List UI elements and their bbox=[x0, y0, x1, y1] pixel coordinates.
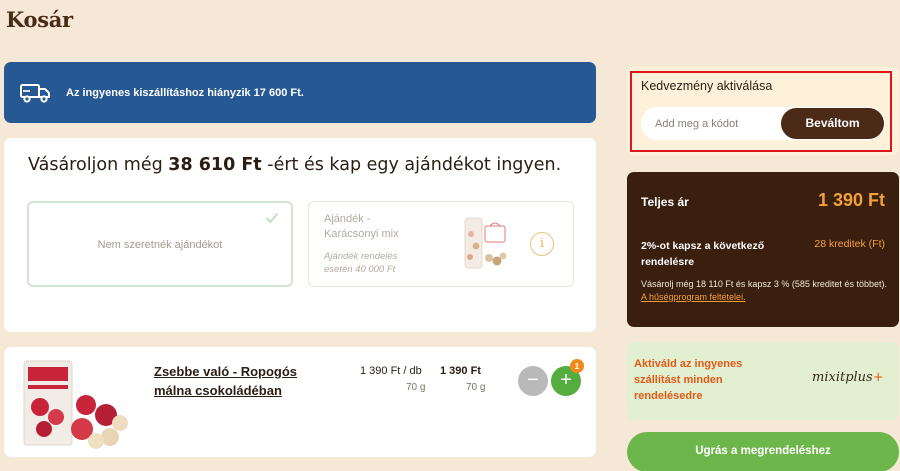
free-shipping-banner: Az ingyenes kiszállításhoz hiányzik 17 6… bbox=[4, 62, 596, 123]
mixit-logo-suffix: plus bbox=[845, 370, 873, 385]
decrease-quantity-button[interactable]: − bbox=[518, 366, 548, 396]
gift-option-name: Ajándék - Karácsonyi mix bbox=[324, 213, 399, 240]
mixit-promo-text: Aktiváld az ingyenes szállítást minden r… bbox=[634, 358, 743, 402]
credit-value: 28 kreditek (Ft) bbox=[814, 238, 885, 250]
gift-headline-prefix: Vásároljon még bbox=[28, 155, 163, 175]
coupon-code-input[interactable] bbox=[655, 107, 775, 140]
checkmark-icon bbox=[266, 213, 278, 223]
line-total-weight: 70 g bbox=[466, 382, 486, 393]
gift-product-image bbox=[464, 217, 507, 269]
line-total-price: 1 390 Ft bbox=[440, 365, 481, 377]
quantity-badge: 1 bbox=[570, 359, 584, 373]
gift-headline: Vásároljon még 38 610 Ft -ért és kap egy… bbox=[28, 155, 561, 175]
free-shipping-text: Az ingyenes kiszállításhoz hiányzik 17 6… bbox=[66, 86, 304, 99]
order-summary: Teljes ár 1 390 Ft 2%-ot kapsz a követke… bbox=[627, 172, 899, 327]
coupon-title: Kedvezmény aktiválása bbox=[641, 79, 773, 93]
mixit-plus-logo: mixitplus+ bbox=[812, 370, 884, 385]
gift-headline-amount: 38 610 Ft bbox=[168, 155, 262, 175]
page-title: Kosár bbox=[6, 7, 73, 32]
mixit-logo-plus: + bbox=[872, 370, 884, 385]
gift-option-condition: Ajándék rendelés esetén 40 000 Ft bbox=[324, 251, 398, 275]
product-name-link[interactable]: Zsebbe való - Ropogós málna csokoládéban bbox=[154, 362, 314, 400]
redeem-coupon-button[interactable]: Beváltom bbox=[781, 108, 884, 139]
product-image bbox=[23, 360, 128, 449]
unit-weight: 70 g bbox=[406, 382, 426, 393]
cart-item: Zsebbe való - Ropogós málna csokoládéban… bbox=[4, 347, 596, 457]
unit-price: 1 390 Ft / db bbox=[360, 365, 422, 377]
total-value: 1 390 Ft bbox=[817, 190, 885, 210]
mixit-plus-promo[interactable]: Aktiváld az ingyenes szállítást minden r… bbox=[627, 342, 899, 420]
gift-option-none[interactable]: Nem szeretnék ajándékot bbox=[27, 201, 293, 287]
gift-option-christmas-mix[interactable]: Ajándék - Karácsonyi mix Ajándék rendelé… bbox=[308, 201, 574, 287]
loyalty-note: Vásárolj még 18 110 Ft és kapsz 3 % (585… bbox=[641, 278, 891, 304]
credit-label: 2%-ot kapsz a következő rendelésre bbox=[641, 240, 765, 268]
gift-headline-suffix: -ért és kap egy ajándékot ingyen. bbox=[267, 155, 562, 175]
gift-option-none-label: Nem szeretnék ajándékot bbox=[97, 239, 223, 251]
info-icon[interactable]: i bbox=[530, 232, 554, 256]
total-label: Teljes ár bbox=[641, 195, 689, 209]
gift-offer-card: Vásároljon még 38 610 Ft -ért és kap egy… bbox=[4, 138, 596, 332]
mixit-logo-text: mixit bbox=[812, 370, 846, 385]
loyalty-terms-link[interactable]: A hűségprogram feltételei. bbox=[641, 292, 746, 302]
truck-icon bbox=[20, 83, 50, 103]
go-to-checkout-button[interactable]: Ugrás a megrendeléshez bbox=[627, 432, 899, 471]
loyalty-note-text: Vásárolj még 18 110 Ft és kapsz 3 % (585… bbox=[641, 279, 887, 289]
